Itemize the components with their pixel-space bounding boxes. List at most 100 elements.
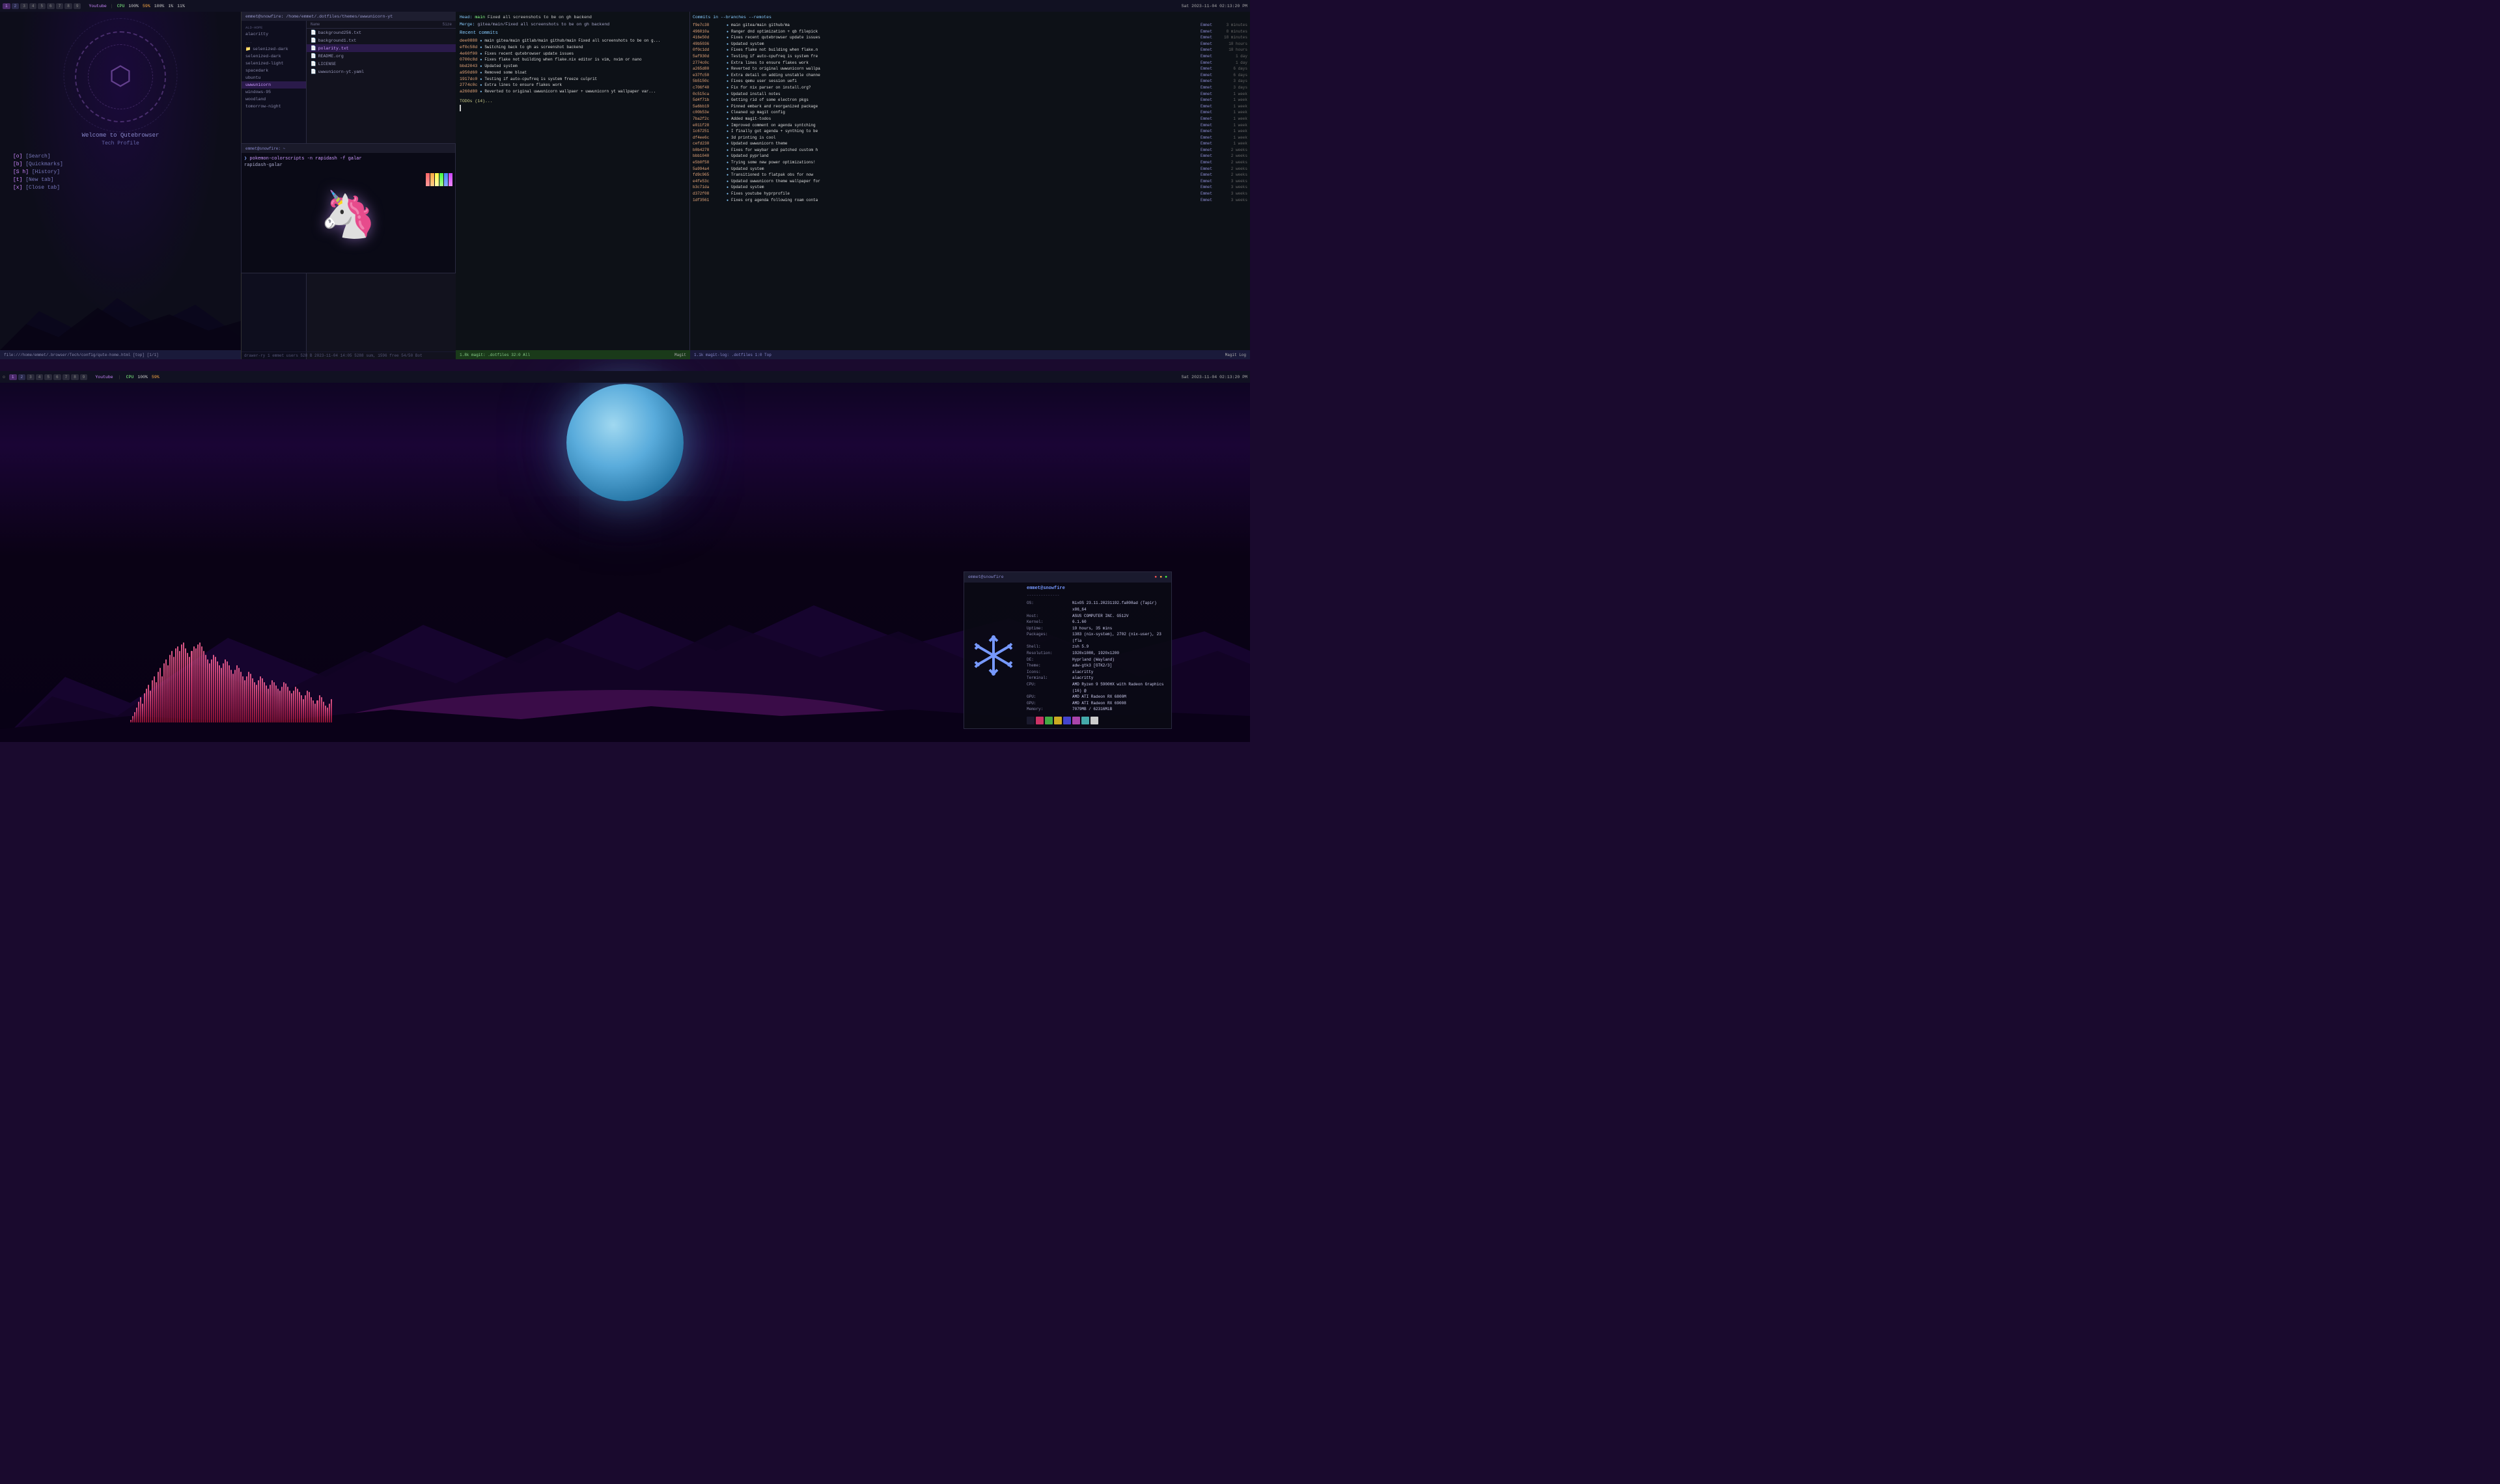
tag-2-top[interactable]: 2	[12, 3, 20, 9]
file-sidebar-spacedark[interactable]: spacedark	[242, 67, 306, 74]
file-item-bg256[interactable]: 📄background256.txt	[307, 29, 456, 36]
audio-bar-2	[134, 712, 135, 722]
log-author-23: Emmet	[1186, 166, 1212, 172]
audio-bar-48	[225, 659, 226, 723]
neofetch-separator: --------------	[1027, 592, 1167, 599]
audio-bar-72	[271, 680, 273, 722]
file-sidebar-tomorrow[interactable]: tomorrow-night	[242, 103, 306, 110]
file-item-polarity[interactable]: 📄polarity.txt	[307, 44, 456, 52]
file-icon-yaml: 📄	[311, 69, 316, 75]
pokemon-header-text: emmet@snowfire: ~	[245, 146, 285, 151]
qute-menu-newtab[interactable]: [t] [New tab]	[13, 177, 63, 183]
pokemon-panel: emmet@snowfire: ~ ❯ pokemon-colorscripts…	[241, 143, 456, 273]
log-author-25: Emmet	[1186, 178, 1212, 185]
log-hash-25: e4fe53c	[693, 178, 724, 185]
log-author-6: Emmet	[1186, 60, 1212, 66]
log-hash-2: 416e50d	[693, 34, 724, 41]
log-hash-6: 2774c0c	[693, 60, 724, 66]
log-commit-26: b3c71da ● Updated system Emmet 3 weeks	[693, 184, 1247, 191]
log-hash-23: 5a994a4	[693, 166, 724, 172]
swatch-0	[1027, 717, 1035, 724]
log-hash-12: 5d4f71b	[693, 97, 724, 103]
file-item-license[interactable]: 📄LICENSE	[307, 60, 456, 68]
log-commit-6: 2774c0c ● Extra lines to ensure flakes w…	[693, 60, 1247, 66]
log-header: Commits in --branches --remotes	[693, 15, 1247, 20]
audio-bar-23	[175, 648, 176, 722]
bottom-tag-2[interactable]: 2	[18, 374, 26, 380]
color-swatch-yellow	[435, 173, 439, 186]
commit-4: bbd2043 ● Updated system	[460, 63, 686, 70]
file-item-bg1[interactable]: 📄background1.txt	[307, 36, 456, 44]
audio-bar-39	[207, 659, 208, 723]
min-icon-neo[interactable]: ●	[1160, 575, 1162, 579]
log-author-13: Emmet	[1186, 103, 1212, 110]
audio-bar-60	[248, 672, 249, 722]
neo-gpu2-key: GPU:	[1027, 700, 1072, 707]
bullet-1: ●	[480, 46, 482, 51]
bottom-tag-3[interactable]: 3	[27, 374, 35, 380]
audio-bar-97	[321, 697, 322, 722]
swatch-6	[1081, 717, 1089, 724]
file-sidebar-ubuntu[interactable]: ubuntu	[242, 74, 306, 81]
qute-menu-closetab[interactable]: [x] [Close tab]	[13, 185, 63, 191]
tag-1-top[interactable]: 1	[3, 3, 10, 9]
file-item-readme[interactable]: 📄README.org	[307, 52, 456, 60]
file-sidebar-win95[interactable]: windows-95	[242, 89, 306, 96]
file-item-yaml[interactable]: 📄uwwunicorn-yt.yaml	[307, 68, 456, 76]
audio-bar-84	[295, 687, 296, 722]
bullet-5: ●	[480, 71, 482, 76]
log-time-13: 1 week	[1215, 103, 1247, 110]
neo-gpu2-val: AMD ATI Radeon RX 69008	[1072, 700, 1167, 707]
tag-3-top[interactable]: 3	[20, 3, 28, 9]
swatch-3	[1054, 717, 1062, 724]
tag-4-top[interactable]: 4	[29, 3, 37, 9]
tag-9-top[interactable]: 9	[74, 3, 81, 9]
hash-4: bbd2043	[460, 63, 477, 70]
bottom-app-name: Youtube	[95, 375, 113, 379]
audio-bar-61	[250, 674, 251, 722]
file-sidebar-alacritty[interactable]: alacritty	[242, 31, 306, 38]
bottom-tag-9[interactable]: 9	[80, 374, 88, 380]
file-sidebar-woodland[interactable]: woodland	[242, 96, 306, 103]
bottom-tag-1[interactable]: 1	[9, 374, 17, 380]
qute-menu-search[interactable]: [o] [Search]	[13, 154, 63, 159]
audio-bar-56	[240, 672, 242, 722]
audio-bar-65	[258, 680, 259, 722]
file-sidebar-uwwunicorn[interactable]: uwwunicorn	[242, 81, 306, 89]
close-icon-neo[interactable]: ●	[1154, 575, 1157, 579]
neo-res-val: 1920x1080, 1920x1200	[1072, 650, 1167, 657]
tag-5-top[interactable]: 5	[38, 3, 46, 9]
log-time-15: 1 week	[1215, 116, 1247, 122]
log-time-10: 3 days	[1215, 85, 1247, 91]
log-time-14: 1 week	[1215, 109, 1247, 116]
file-sidebar-sel-dark2[interactable]: selenized-dark	[242, 53, 306, 60]
log-msg-10: Fix for nix parser on install.org?	[731, 85, 1184, 91]
tag-6-top[interactable]: 6	[47, 3, 55, 9]
audio-bar-80	[287, 687, 288, 722]
max-icon-neo[interactable]: ●	[1165, 575, 1167, 579]
audio-bar-31	[191, 651, 192, 723]
bottom-tag-5[interactable]: 5	[44, 374, 52, 380]
neo-term-val: alacritty	[1072, 675, 1167, 681]
file-sidebar-sel-dark1[interactable]: 📁 selenized-dark	[242, 45, 306, 53]
bottom-tag-6[interactable]: 6	[53, 374, 61, 380]
log-hash-27: d372f08	[693, 191, 724, 197]
audio-bar-28	[185, 648, 186, 722]
log-author-11: Emmet	[1186, 91, 1212, 98]
qute-menu-history[interactable]: [S h] [History]	[13, 169, 63, 175]
swatch-4	[1063, 717, 1071, 724]
qute-menu-quickmarks[interactable]: [b] [Quickmarks]	[13, 161, 63, 167]
audio-bar-58	[244, 680, 245, 722]
bottom-tag-8[interactable]: 8	[71, 374, 79, 380]
audio-bar-87	[301, 695, 302, 722]
neo-de-key: DE:	[1027, 657, 1072, 663]
bottom-tag-4[interactable]: 4	[36, 374, 44, 380]
file-sidebar-sel-light[interactable]: selenized-light	[242, 60, 306, 67]
bottom-tag-7[interactable]: 7	[62, 374, 70, 380]
log-msg-6: Extra lines to ensure flakes work	[731, 60, 1184, 66]
log-msg-17: I finally got agenda + synthing to be	[731, 128, 1184, 135]
tag-7-top[interactable]: 7	[56, 3, 64, 9]
volume-val-top: 11%	[177, 4, 185, 8]
tag-8-top[interactable]: 8	[64, 3, 72, 9]
file-name-readme: README.org	[318, 54, 344, 59]
